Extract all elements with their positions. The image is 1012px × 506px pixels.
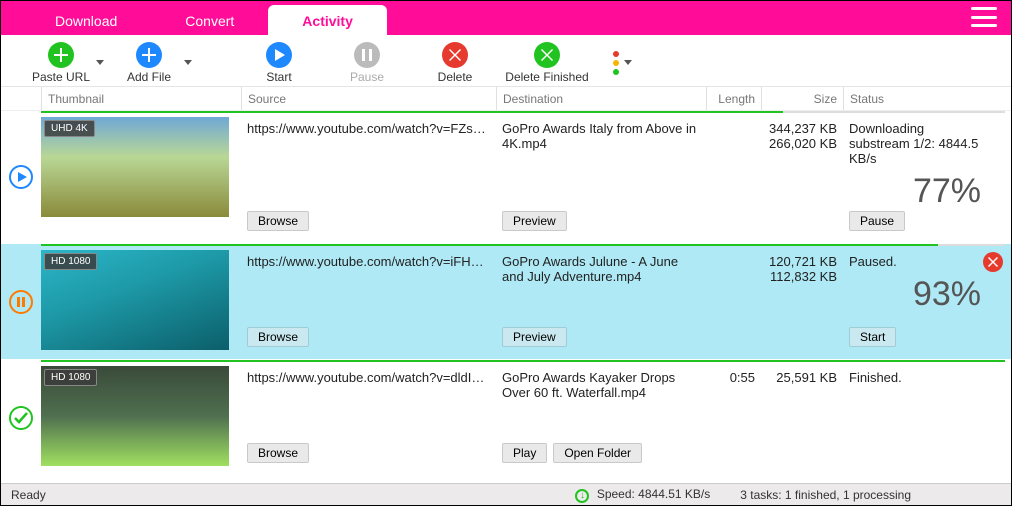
size-value: 266,020 KB bbox=[769, 136, 837, 151]
pause-icon bbox=[362, 49, 372, 61]
close-icon bbox=[449, 49, 461, 61]
download-icon: ↓ bbox=[575, 489, 589, 503]
status-ready: Ready bbox=[11, 488, 46, 502]
table-row[interactable]: UHD 4K https://www.youtube.com/watch?v=F… bbox=[1, 111, 1011, 244]
open-folder-button[interactable]: Open Folder bbox=[553, 443, 642, 463]
status-text: Finished. bbox=[849, 370, 981, 385]
col-size[interactable]: Size bbox=[761, 87, 843, 110]
source-url: https://www.youtube.com/watch?v=iFHN1bd5… bbox=[247, 254, 490, 269]
status-speed: ↓ Speed: 4844.51 KB/s bbox=[575, 487, 710, 503]
column-headers: Thumbnail Source Destination Length Size… bbox=[1, 87, 1011, 111]
status-text: Paused. bbox=[849, 254, 981, 269]
delete-finished-button[interactable]: Delete Finished bbox=[503, 39, 591, 87]
paste-url-dropdown[interactable] bbox=[93, 39, 107, 87]
status-bar: Ready ↓ Speed: 4844.51 KB/s 3 tasks: 1 f… bbox=[1, 483, 1011, 505]
close-icon bbox=[541, 49, 553, 61]
percent-value: 93% bbox=[849, 275, 981, 314]
col-destination[interactable]: Destination bbox=[496, 87, 706, 110]
size-value: 120,721 KB bbox=[769, 254, 837, 269]
destination-filename: GoPro Awards Kayaker Drops Over 60 ft. W… bbox=[502, 370, 700, 400]
preview-button[interactable]: Preview bbox=[502, 327, 567, 347]
plus-icon bbox=[54, 48, 68, 62]
activity-list: UHD 4K https://www.youtube.com/watch?v=F… bbox=[1, 111, 1011, 483]
start-button[interactable]: Start bbox=[249, 39, 309, 87]
quality-badge: HD 1080 bbox=[44, 253, 97, 270]
play-status-icon bbox=[8, 164, 34, 190]
browse-button[interactable]: Browse bbox=[247, 211, 309, 231]
source-url: https://www.youtube.com/watch?v=FZsxz9Zp… bbox=[247, 121, 490, 136]
paste-url-button[interactable]: Paste URL bbox=[31, 39, 91, 87]
close-icon bbox=[988, 257, 998, 267]
percent-value: 77% bbox=[849, 172, 981, 211]
col-source[interactable]: Source bbox=[241, 87, 496, 110]
menu-icon[interactable] bbox=[971, 7, 997, 27]
options-dropdown[interactable] bbox=[621, 39, 635, 87]
pause-row-button[interactable]: Pause bbox=[849, 211, 905, 231]
pause-button[interactable]: Pause bbox=[337, 39, 397, 87]
toolbar: Paste URL Add File Start Pause Delete De… bbox=[1, 35, 1011, 87]
play-button[interactable]: Play bbox=[502, 443, 547, 463]
col-thumbnail[interactable]: Thumbnail bbox=[41, 87, 241, 110]
preview-button[interactable]: Preview bbox=[502, 211, 567, 231]
col-length[interactable]: Length bbox=[706, 87, 761, 110]
tab-download[interactable]: Download bbox=[21, 5, 151, 35]
browse-button[interactable]: Browse bbox=[247, 327, 309, 347]
add-file-dropdown[interactable] bbox=[181, 39, 195, 87]
check-status-icon bbox=[8, 405, 34, 431]
col-status[interactable]: Status bbox=[843, 87, 1011, 110]
delete-button[interactable]: Delete bbox=[425, 39, 485, 87]
destination-filename: GoPro Awards Italy from Above in 4K.mp4 bbox=[502, 121, 700, 151]
destination-filename: GoPro Awards Julune - A June and July Ad… bbox=[502, 254, 700, 284]
source-url: https://www.youtube.com/watch?v=dldIBtsZ… bbox=[247, 370, 490, 385]
start-row-button[interactable]: Start bbox=[849, 327, 896, 347]
tab-activity[interactable]: Activity bbox=[268, 5, 387, 35]
play-icon bbox=[273, 49, 285, 61]
remove-row-button[interactable] bbox=[983, 252, 1003, 272]
plus-icon bbox=[142, 48, 156, 62]
status-text: Downloading substream 1/2: 4844.5 KB/s bbox=[849, 121, 981, 166]
size-value: 112,832 KB bbox=[770, 269, 837, 284]
status-tasks: 3 tasks: 1 finished, 1 processing bbox=[740, 488, 911, 502]
table-row[interactable]: HD 1080 https://www.youtube.com/watch?v=… bbox=[1, 360, 1011, 476]
options-icon[interactable] bbox=[613, 51, 619, 75]
quality-badge: UHD 4K bbox=[44, 120, 95, 137]
progress-bar bbox=[41, 111, 1005, 113]
size-value: 344,237 KB bbox=[769, 121, 837, 136]
tab-convert[interactable]: Convert bbox=[151, 5, 268, 35]
pause-status-icon bbox=[8, 289, 34, 315]
add-file-button[interactable]: Add File bbox=[119, 39, 179, 87]
progress-bar bbox=[41, 360, 1005, 362]
browse-button[interactable]: Browse bbox=[247, 443, 309, 463]
size-value: 25,591 KB bbox=[776, 370, 837, 385]
table-row[interactable]: HD 1080 https://www.youtube.com/watch?v=… bbox=[1, 244, 1011, 360]
progress-bar bbox=[41, 244, 1005, 246]
main-tabs: Download Convert Activity bbox=[1, 1, 1011, 35]
quality-badge: HD 1080 bbox=[44, 369, 97, 386]
length-value: 0:55 bbox=[730, 370, 755, 385]
